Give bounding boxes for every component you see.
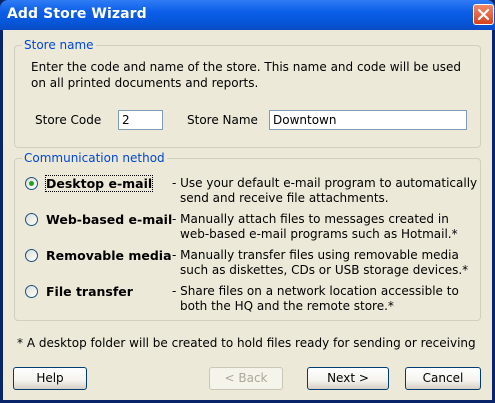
desktop-email-desc-line2: send and receive file attachments. bbox=[180, 191, 389, 205]
cancel-button-label: Cancel bbox=[422, 371, 464, 385]
dialog-window: Add Store Wizard Store name Enter the co… bbox=[0, 0, 495, 403]
web-email-label[interactable]: Web-based e-mail bbox=[46, 212, 172, 227]
communication-method-legend: Communication nethod bbox=[22, 151, 167, 165]
help-button-label: Help bbox=[36, 371, 64, 385]
store-code-label: Store Code bbox=[35, 113, 102, 127]
removable-media-desc-line2: such as diskettes, CDs or USB storage de… bbox=[180, 263, 469, 277]
close-button[interactable] bbox=[473, 4, 494, 25]
help-button[interactable]: Help bbox=[13, 367, 87, 390]
desktop-email-label[interactable]: Desktop e-mail bbox=[44, 175, 154, 192]
store-name-input[interactable]: Downtown bbox=[269, 110, 467, 130]
store-name-group: Store name Enter the code and name of th… bbox=[14, 38, 481, 148]
communication-method-group: Communication nethod Desktop e-mail - Us… bbox=[14, 151, 481, 321]
footnote-text: * A desktop folder will be created to ho… bbox=[17, 336, 476, 350]
next-button-label: Next > bbox=[327, 371, 369, 385]
web-email-radio[interactable] bbox=[25, 213, 38, 226]
removable-media-radio[interactable] bbox=[25, 249, 38, 262]
close-icon bbox=[477, 8, 490, 21]
file-transfer-label[interactable]: File transfer bbox=[46, 284, 133, 299]
desktop-email-radio[interactable] bbox=[25, 177, 38, 190]
file-transfer-desc-line2: both the HQ and the remote store.* bbox=[180, 299, 394, 313]
next-button[interactable]: Next > bbox=[307, 367, 389, 390]
file-transfer-desc-line1: - Share files on a network location acce… bbox=[172, 284, 459, 298]
back-button[interactable]: < Back bbox=[209, 367, 283, 390]
file-transfer-radio[interactable] bbox=[25, 285, 38, 298]
store-name-description-line1: Enter the code and name of the store. Th… bbox=[31, 60, 462, 74]
desktop-email-desc-line1: - Use your default e-mail program to aut… bbox=[172, 176, 478, 190]
store-name-description-line2: on all printed documents and reports. bbox=[31, 76, 259, 90]
store-code-input[interactable]: 2 bbox=[118, 110, 163, 130]
back-button-label: < Back bbox=[224, 371, 268, 385]
store-name-legend: Store name bbox=[22, 38, 96, 52]
web-email-desc-line1: - Manually attach files to messages crea… bbox=[172, 212, 449, 226]
window-title: Add Store Wizard bbox=[7, 6, 147, 22]
web-email-desc-line2: web-based e-mail programs such as Hotmai… bbox=[180, 227, 458, 241]
store-name-label: Store Name bbox=[187, 113, 258, 127]
radio-selected-dot bbox=[29, 181, 34, 186]
removable-media-label[interactable]: Removable media bbox=[46, 248, 172, 263]
dialog-body: Store name Enter the code and name of th… bbox=[3, 30, 492, 400]
removable-media-desc-line1: - Manually transfer files using removabl… bbox=[172, 248, 459, 262]
cancel-button[interactable]: Cancel bbox=[405, 367, 481, 390]
title-bar[interactable]: Add Store Wizard bbox=[0, 0, 495, 30]
